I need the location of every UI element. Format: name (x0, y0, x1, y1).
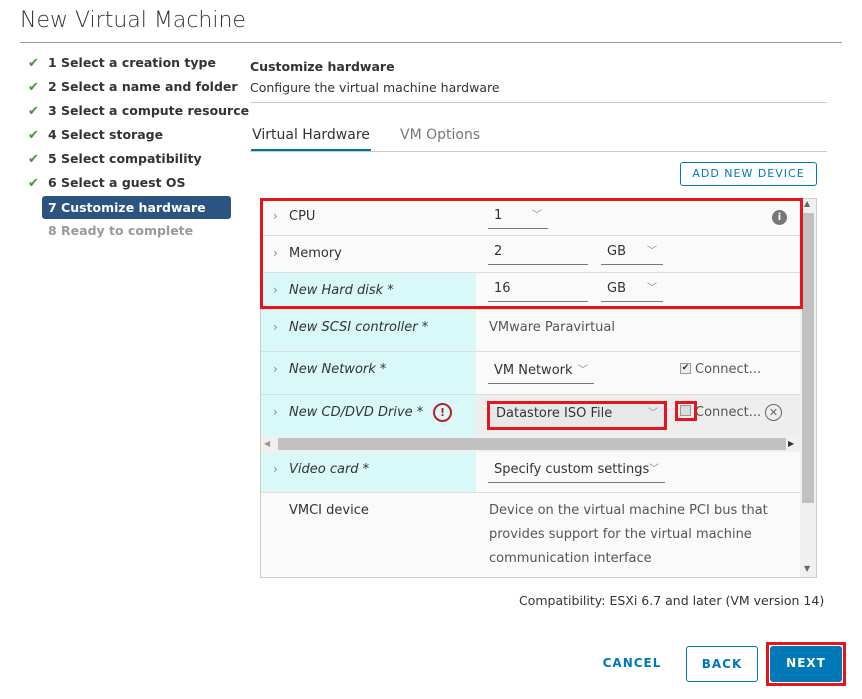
row-network: › New Network * VM Network ﹀ ✔ Connect... (261, 352, 801, 395)
step-4[interactable]: ✔ 4 Select storage (28, 125, 163, 145)
step-label: 2 Select a name and folder (48, 79, 238, 94)
highlight-box (675, 401, 697, 421)
row-vmci: VMCI device Device on the virtual machin… (261, 493, 801, 577)
compatibility-text: Compatibility: ESXi 6.7 and later (VM ve… (519, 593, 825, 608)
tab-vm-options[interactable]: VM Options (400, 127, 480, 152)
step-7-active[interactable]: 7 Customize hardware (42, 196, 231, 219)
divider (250, 151, 827, 152)
check-icon: ✔ (28, 56, 39, 71)
scroll-left-icon[interactable]: ◀ (264, 439, 270, 448)
step-5[interactable]: ✔ 5 Select compatibility (28, 149, 202, 169)
row-scsi: › New SCSI controller * VMware Paravirtu… (261, 310, 801, 352)
step-label: 6 Select a guest OS (48, 175, 186, 190)
vmci-description: communication interface (489, 551, 652, 566)
step-3[interactable]: ✔ 3 Select a compute resource (28, 101, 249, 121)
step-label: 5 Select compatibility (48, 151, 202, 166)
scroll-right-icon[interactable]: ▶ (788, 439, 794, 448)
row-label: New Network * (289, 362, 387, 377)
chevron-right-icon[interactable]: › (273, 462, 278, 476)
chevron-right-icon[interactable]: › (273, 405, 278, 419)
step-8: 8 Ready to complete (48, 223, 194, 238)
row-label: New CD/DVD Drive * (289, 405, 424, 420)
scroll-up-icon[interactable]: ▲ (804, 199, 810, 208)
row-video-card: › Video card * Specify custom settings ﹀ (261, 452, 801, 493)
remove-device-icon[interactable]: ✕ (765, 404, 782, 421)
cancel-button[interactable]: CANCEL (596, 646, 668, 682)
check-icon: ✔ (28, 152, 39, 167)
check-icon: ✔ (28, 104, 39, 119)
chevron-down-icon: ﹀ (578, 365, 588, 376)
add-new-device-button[interactable]: ADD NEW DEVICE (680, 162, 817, 186)
chevron-right-icon[interactable]: › (273, 362, 278, 376)
row-label: VMCI device (289, 503, 369, 518)
divider (20, 42, 842, 43)
vmci-description: Device on the virtual machine PCI bus th… (489, 503, 768, 518)
network-connect-checkbox[interactable]: ✔ (680, 363, 691, 374)
tab-virtual-hardware[interactable]: Virtual Hardware (251, 127, 371, 152)
row-label: New SCSI controller * (289, 320, 429, 335)
row-label: Video card * (289, 462, 370, 477)
connect-label: Connect... (695, 405, 762, 420)
highlight-box (487, 401, 667, 430)
step-1[interactable]: ✔ 1 Select a creation type (28, 53, 216, 73)
network-select[interactable]: VM Network ﹀ (488, 360, 594, 384)
check-icon: ✔ (28, 128, 39, 143)
scroll-down-icon[interactable]: ▼ (804, 564, 810, 573)
highlight-box (766, 642, 846, 686)
vertical-scrollbar-thumb[interactable] (802, 213, 814, 503)
highlight-box (260, 198, 803, 309)
section-title: Customize hardware (250, 59, 395, 74)
scsi-value: VMware Paravirtual (489, 320, 615, 335)
horizontal-scrollbar-thumb[interactable] (278, 438, 786, 450)
check-icon: ✔ (28, 80, 39, 95)
dialog-title: New Virtual Machine (20, 8, 246, 33)
chevron-down-icon: ﹀ (649, 464, 659, 475)
step-2[interactable]: ✔ 2 Select a name and folder (28, 77, 238, 97)
step-label: 4 Select storage (48, 127, 164, 142)
section-subtitle: Configure the virtual machine hardware (250, 80, 500, 95)
network-value: VM Network (494, 363, 573, 378)
chevron-right-icon[interactable]: › (273, 320, 278, 334)
video-card-select[interactable]: Specify custom settings ﹀ (488, 459, 665, 483)
vmci-description: provides support for the virtual machine (489, 527, 752, 542)
warning-icon: ! (433, 403, 452, 422)
step-label: 3 Select a compute resource (48, 103, 250, 118)
back-button[interactable]: BACK (686, 646, 758, 682)
step-6[interactable]: ✔ 6 Select a guest OS (28, 173, 186, 193)
video-value: Specify custom settings (494, 462, 650, 477)
divider (250, 102, 827, 103)
connect-label: Connect... (695, 362, 762, 377)
step-label: 1 Select a creation type (48, 55, 216, 70)
check-icon: ✔ (28, 176, 39, 191)
